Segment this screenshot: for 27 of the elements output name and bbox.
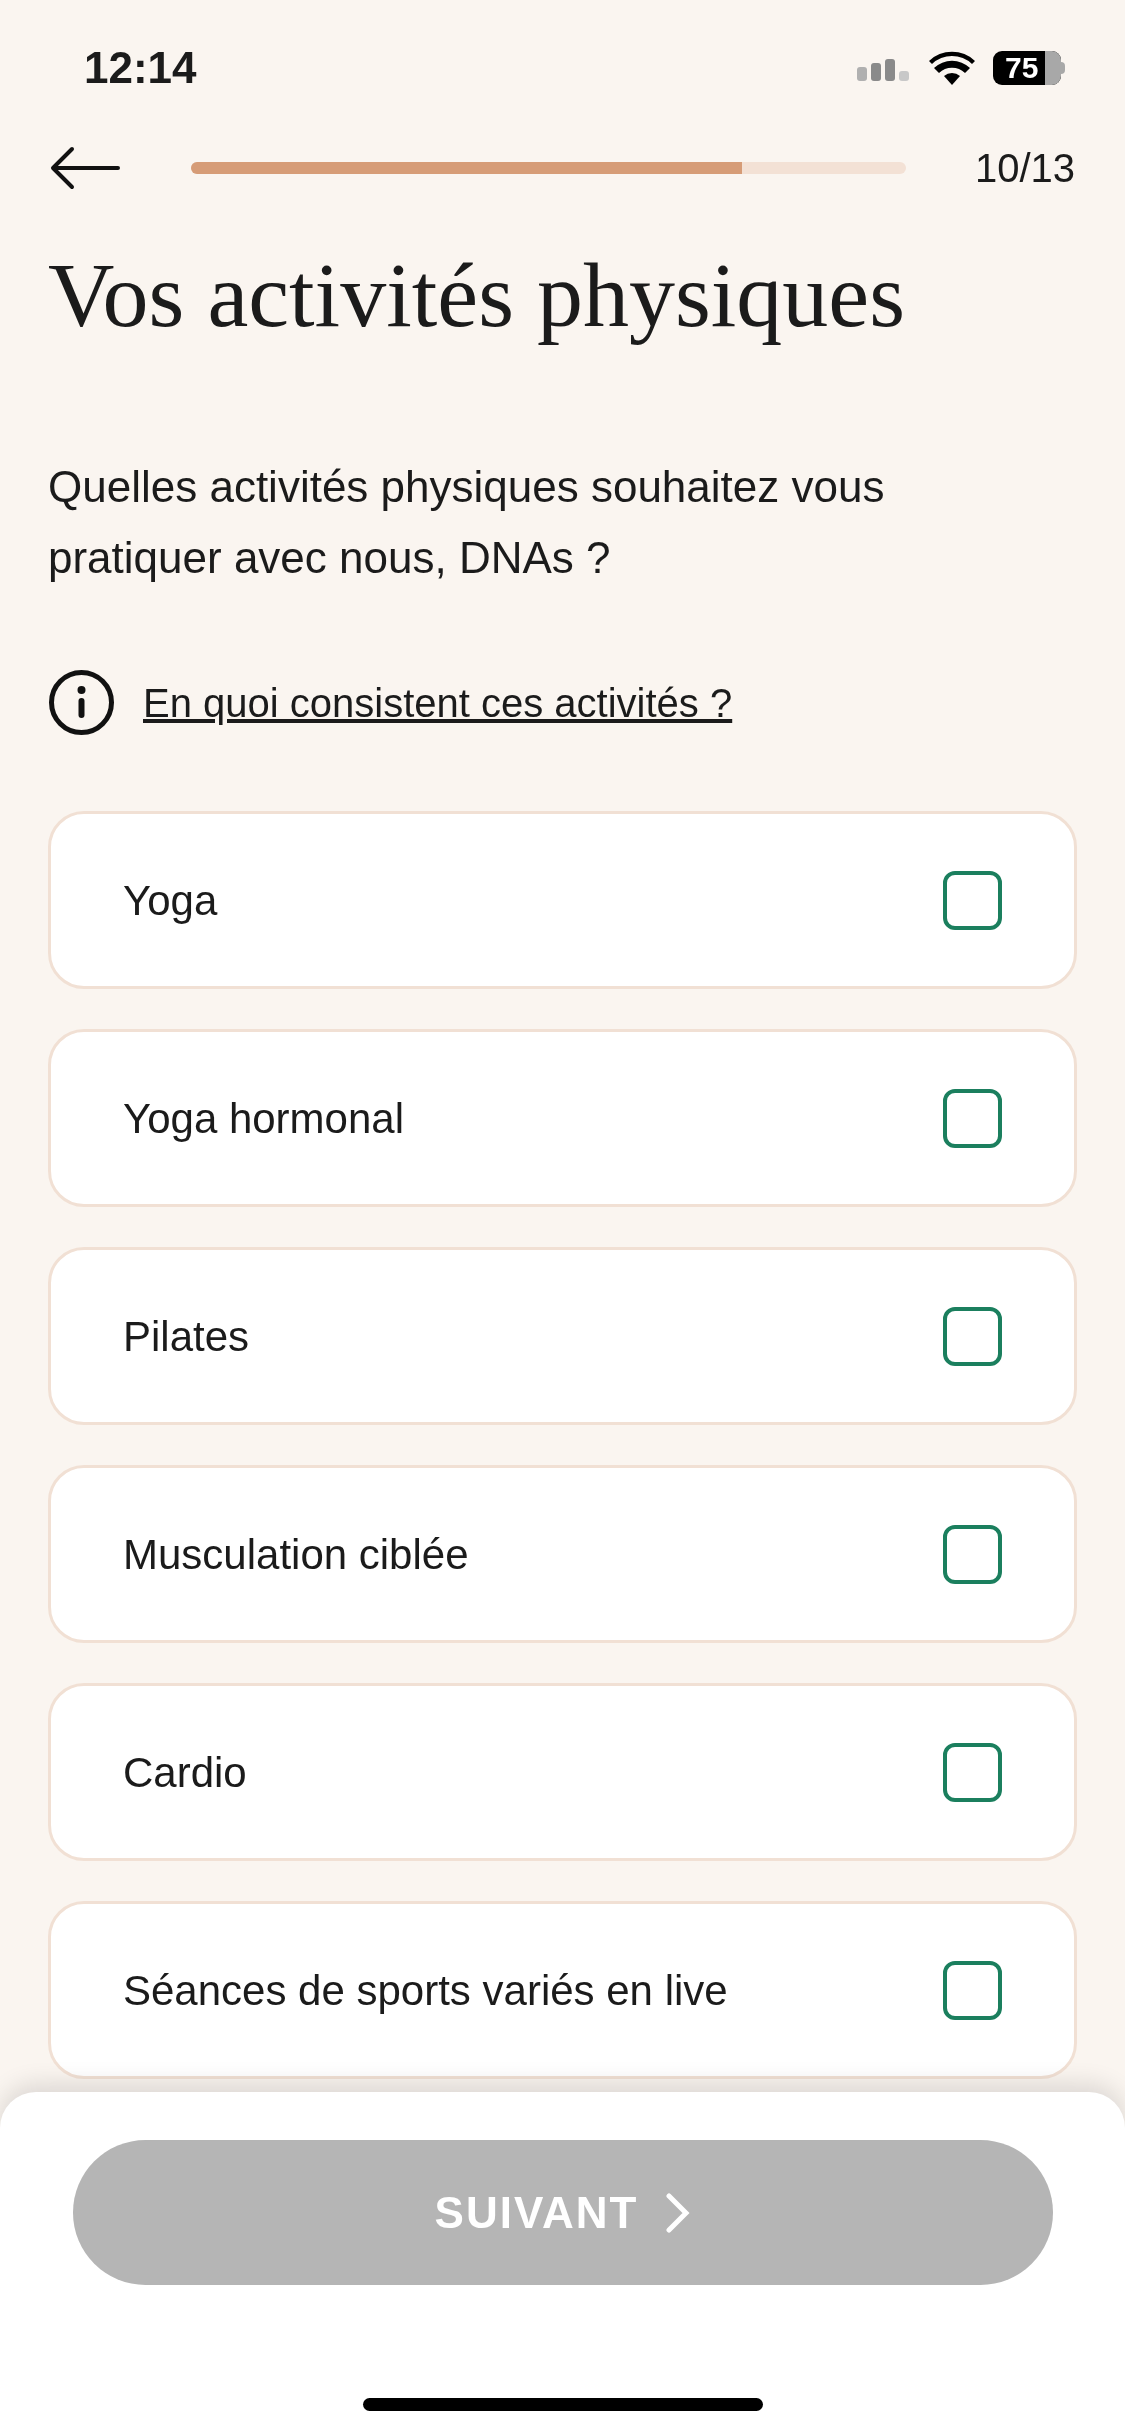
option-label: Séances de sports variés en live (123, 1965, 728, 2016)
checkbox[interactable] (943, 1742, 1002, 1802)
back-arrow-icon (50, 146, 120, 190)
option-card[interactable]: Séances de sports variés en live (48, 1901, 1077, 2079)
checkbox[interactable] (943, 1960, 1002, 2020)
option-label: Pilates (123, 1311, 250, 1362)
chevron-right-icon (666, 2192, 691, 2233)
checkbox[interactable] (943, 1088, 1002, 1148)
option-label: Cardio (123, 1747, 247, 1798)
info-link[interactable]: En quoi consistent ces activités ? (143, 672, 733, 733)
checkbox[interactable] (943, 1524, 1002, 1584)
checkbox[interactable] (943, 1306, 1002, 1366)
status-time: 12:14 (84, 42, 197, 94)
wifi-icon (929, 51, 975, 85)
option-label: Yoga (123, 875, 218, 926)
option-card[interactable]: Musculation ciblée (48, 1465, 1077, 1643)
page-title: Vos activités physiques (48, 245, 906, 345)
option-card[interactable]: Cardio (48, 1683, 1077, 1861)
option-card[interactable]: Pilates (48, 1247, 1077, 1425)
option-label: Musculation ciblée (123, 1529, 469, 1580)
info-icon (48, 669, 115, 736)
checkbox[interactable] (943, 870, 1002, 930)
question-text: Quelles activités physiques souhaitez vous pratiquer avec nous, DNAs ? (48, 461, 886, 584)
option-label: Yoga hormonal (123, 1093, 404, 1144)
step-counter: 10/13 (974, 145, 1075, 192)
option-card[interactable]: Yoga (48, 811, 1077, 989)
option-card[interactable]: Yoga hormonal (48, 1029, 1077, 1207)
